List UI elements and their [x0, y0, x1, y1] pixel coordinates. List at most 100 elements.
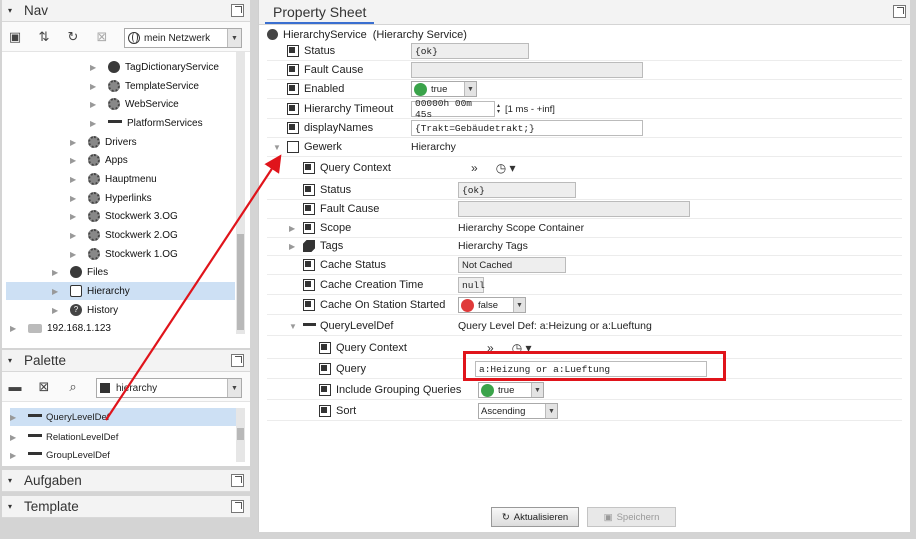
cache-started-select[interactable]: false ▼ [458, 297, 526, 313]
expand-arrow-icon[interactable]: ▶ [10, 433, 22, 442]
sort-select[interactable]: Ascending ▼ [478, 403, 558, 419]
nav-header[interactable]: ▾ Nav [2, 0, 250, 22]
enabled-select[interactable]: true ▼ [411, 81, 477, 97]
palette-item-label: GroupLevelDef [46, 449, 110, 461]
tree-item-apps[interactable]: ▶ Apps [70, 151, 128, 169]
prop-enabled-value: true ▼ [411, 81, 477, 97]
nav-scrollbar-thumb[interactable] [237, 234, 244, 330]
expand-arrow-icon[interactable]: ▶ [52, 287, 62, 296]
tree-item-host[interactable]: ▶ 192.168.1.123 [10, 319, 111, 337]
expand-arrow-icon[interactable]: ▶ [90, 119, 100, 128]
refresh-button[interactable]: ↻ Aktualisieren [491, 507, 579, 527]
expand-arrow-icon[interactable]: ▶ [70, 194, 80, 203]
expand-arrow-icon[interactable]: ▶ [70, 231, 80, 240]
expand-arrow-icon[interactable]: ▶ [70, 138, 80, 147]
tree-item-templateservice[interactable]: ▶ TemplateService [90, 77, 199, 95]
tree-item-label: Apps [105, 154, 128, 166]
tree-item-tagdictionaryservice[interactable]: ▶ TagDictionaryService [90, 58, 219, 76]
collapse-caret-icon[interactable]: ▾ [8, 356, 16, 365]
palette-item-label: RelationLevelDef [46, 431, 119, 443]
tree-item-stockwerk-1og[interactable]: ▶ Stockwerk 1.OG [70, 245, 178, 263]
prop-scope[interactable]: ▶ Scope Hierarchy Scope Container [267, 219, 902, 238]
maximize-icon[interactable] [231, 354, 244, 367]
aufgaben-header[interactable]: ▾ Aufgaben [2, 470, 250, 492]
tree-item-webservice[interactable]: ▶ WebService [90, 95, 179, 113]
open-station-icon[interactable]: ▣ [8, 29, 22, 44]
displaynames-field[interactable]: {Trakt=Gebäudetrakt;} [411, 120, 643, 136]
tree-item-hauptmenu[interactable]: ▶ Hauptmenu [70, 170, 157, 188]
prop-display-value: {Trakt=Gebäudetrakt;} [411, 120, 643, 136]
collapse-arrow-icon[interactable]: ▼ [289, 322, 297, 331]
double-chevron-icon[interactable]: » [471, 161, 478, 175]
collapse-arrow-icon[interactable]: ▼ [273, 143, 281, 152]
tab-property-sheet[interactable]: Property Sheet [265, 2, 375, 24]
prop-gewerk-value: Hierarchy [411, 141, 456, 153]
expand-arrow-icon[interactable]: ▶ [289, 224, 295, 233]
find-icon[interactable]: ⌕ [66, 379, 80, 394]
tree-item-stockwerk-2og[interactable]: ▶ Stockwerk 2.OG [70, 226, 178, 244]
palette-item-relationlevel[interactable]: ▶ RelationLevelDef [10, 428, 236, 446]
expand-arrow-icon[interactable]: ▶ [52, 268, 62, 277]
collapse-caret-icon[interactable]: ▾ [8, 476, 16, 485]
palette-header[interactable]: ▾ Palette [2, 350, 250, 372]
timeout-field[interactable]: 00000h 00m 45s [411, 98, 495, 120]
expand-arrow-icon[interactable]: ▶ [70, 175, 80, 184]
enabled-select-value: true [431, 83, 448, 95]
station-select[interactable]: mein Netzwerk ▼ [124, 28, 242, 48]
expand-arrow-icon[interactable]: ▶ [10, 451, 22, 460]
prop-status-name: Status [287, 45, 335, 57]
chevron-down-icon: ▼ [227, 29, 241, 47]
tree-item-history[interactable]: ▶ ? History [52, 301, 118, 319]
tree-item-hierarchy[interactable]: ▶ Hierarchy [6, 282, 235, 300]
palette-item-querylevel[interactable]: ▶ QueryLevelDef [10, 408, 236, 426]
tree-item-stockwerk-3og[interactable]: ▶ Stockwerk 3.OG [70, 207, 178, 225]
prop-gewerk[interactable]: ▼ Gewerk Hierarchy [267, 138, 902, 157]
expand-arrow-icon[interactable]: ▶ [10, 324, 20, 333]
tree-item-hyperlinks[interactable]: ▶ Hyperlinks [70, 189, 152, 207]
fault-cause-field [458, 201, 690, 217]
expand-arrow-icon[interactable]: ▶ [90, 82, 100, 91]
save-button[interactable]: ▣ Speichern [587, 507, 676, 527]
tree-item-files[interactable]: ▶ Files [52, 263, 108, 281]
expand-arrow-icon[interactable]: ▶ [70, 212, 80, 221]
expand-arrow-icon[interactable]: ▶ [90, 100, 100, 109]
refresh-button-label: Aktualisieren [513, 511, 569, 523]
palette-item-grouplevel[interactable]: ▶ GroupLevelDef [10, 446, 236, 464]
timeout-spinner-icon[interactable]: ▴ ▾ [497, 103, 503, 115]
palette-scrollbar-thumb[interactable] [237, 428, 244, 440]
expand-arrow-icon[interactable]: ▶ [70, 250, 80, 259]
tree-item-drivers[interactable]: ▶ Drivers [70, 133, 137, 151]
maximize-icon[interactable] [231, 474, 244, 487]
maximize-icon[interactable] [231, 500, 244, 513]
nav-scrollbar[interactable] [236, 52, 245, 334]
refresh-icon[interactable]: ↻ [66, 29, 80, 44]
tag-icon [303, 240, 315, 252]
prop-querylevel-def[interactable]: ▼ QueryLevelDef Query Level Def: a:Heizu… [267, 317, 902, 336]
close-icon[interactable]: ⊠ [95, 29, 109, 44]
close-icon[interactable]: ⊠ [37, 379, 51, 394]
prop-cache-started-value: false ▼ [458, 297, 526, 313]
prop-tags[interactable]: ▶ Tags Hierarchy Tags [267, 237, 902, 256]
tree-item-platformservices[interactable]: ▶ PlatformServices [90, 114, 203, 132]
expand-arrow-icon[interactable]: ▶ [90, 63, 100, 72]
prop-qld-name: QueryLevelDef [303, 320, 393, 332]
include-grouping-select[interactable]: true ▼ [478, 382, 544, 398]
collapse-caret-icon[interactable]: ▾ [8, 6, 16, 15]
collapse-caret-icon[interactable]: ▾ [8, 502, 16, 511]
expand-arrow-icon[interactable]: ▶ [10, 413, 22, 422]
expand-arrow-icon[interactable]: ▶ [289, 242, 295, 251]
template-header[interactable]: ▾ Template [2, 496, 250, 518]
sync-arrows-icon[interactable]: ⇅ [37, 29, 51, 44]
expand-arrow-icon[interactable]: ▶ [70, 156, 80, 165]
palette-scrollbar[interactable] [236, 408, 245, 462]
status-field: {ok} [458, 182, 576, 198]
clock-icon[interactable]: ◷ ▾ [496, 161, 516, 175]
palette-module-select[interactable]: hierarchy ▼ [96, 378, 242, 398]
maximize-icon[interactable] [231, 4, 244, 17]
maximize-icon[interactable] [893, 5, 906, 18]
expand-arrow-icon[interactable]: ▶ [52, 306, 62, 315]
tree-item-label: TemplateService [125, 80, 199, 92]
prop-g-status-name: Status [303, 184, 351, 196]
open-folder-icon[interactable]: ▬ [8, 379, 22, 394]
prop-status: Status {ok} [267, 42, 902, 61]
